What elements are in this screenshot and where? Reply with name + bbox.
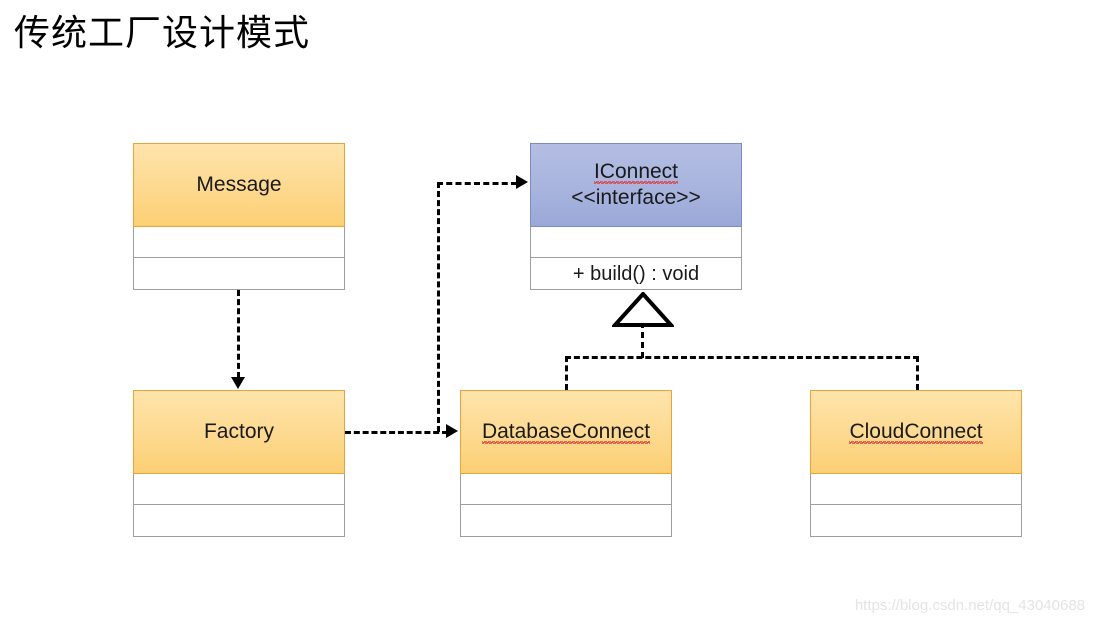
uml-class-message[interactable]: Message xyxy=(133,143,345,290)
uml-class-factory-name: Factory xyxy=(203,420,274,443)
uml-class-iconnect-header: IConnect <<interface>> xyxy=(530,143,742,227)
realization-hollow-triangle-icon xyxy=(610,291,676,328)
connector-cloudconnect-riser xyxy=(916,356,919,390)
uml-class-databaseconnect[interactable]: DatabaseConnect xyxy=(460,390,672,537)
uml-class-factory-attributes xyxy=(133,474,345,505)
connector-factory-to-iconnect-arrowhead xyxy=(516,175,528,189)
uml-class-message-header: Message xyxy=(133,143,345,227)
uml-class-iconnect[interactable]: IConnect <<interface>> + build() : void xyxy=(530,143,742,290)
page-title: 传统工厂设计模式 xyxy=(14,13,311,54)
uml-class-message-attributes xyxy=(133,227,345,258)
connector-factory-to-databaseconnect-line xyxy=(345,431,448,434)
uml-class-message-operations xyxy=(133,258,345,290)
uml-class-factory-operations xyxy=(133,505,345,537)
watermark: https://blog.csdn.net/qq_43040688 xyxy=(854,597,1085,614)
connector-factory-to-iconnect-line xyxy=(437,182,517,185)
connector-databaseconnect-riser xyxy=(565,356,568,390)
uml-class-databaseconnect-name: DatabaseConnect xyxy=(481,420,651,444)
uml-class-databaseconnect-header: DatabaseConnect xyxy=(460,390,672,474)
uml-class-factory-header: Factory xyxy=(133,390,345,474)
uml-class-databaseconnect-attributes xyxy=(460,474,672,505)
connector-factory-to-iconnect-riser xyxy=(437,182,440,432)
connector-message-to-factory-line xyxy=(237,290,240,378)
uml-class-cloudconnect-attributes xyxy=(810,474,1022,505)
uml-class-cloudconnect[interactable]: CloudConnect xyxy=(810,390,1022,537)
uml-class-databaseconnect-operations xyxy=(460,505,672,537)
uml-class-iconnect-stereotype: <<interface>> xyxy=(571,186,701,209)
uml-class-cloudconnect-operations xyxy=(810,505,1022,537)
connector-realization-bus xyxy=(565,356,919,359)
uml-class-iconnect-name: IConnect xyxy=(593,160,679,184)
uml-class-message-name: Message xyxy=(196,173,282,196)
uml-class-cloudconnect-name: CloudConnect xyxy=(849,420,983,444)
uml-class-cloudconnect-header: CloudConnect xyxy=(810,390,1022,474)
connector-message-to-factory-arrowhead xyxy=(231,377,245,389)
uml-class-iconnect-operations: + build() : void xyxy=(530,258,742,290)
diagram-canvas: 传统工厂设计模式 Message IConnect <<interface>> xyxy=(0,0,1093,622)
uml-class-factory[interactable]: Factory xyxy=(133,390,345,537)
connector-factory-to-databaseconnect-arrowhead xyxy=(446,424,458,438)
uml-class-iconnect-attributes xyxy=(530,227,742,258)
